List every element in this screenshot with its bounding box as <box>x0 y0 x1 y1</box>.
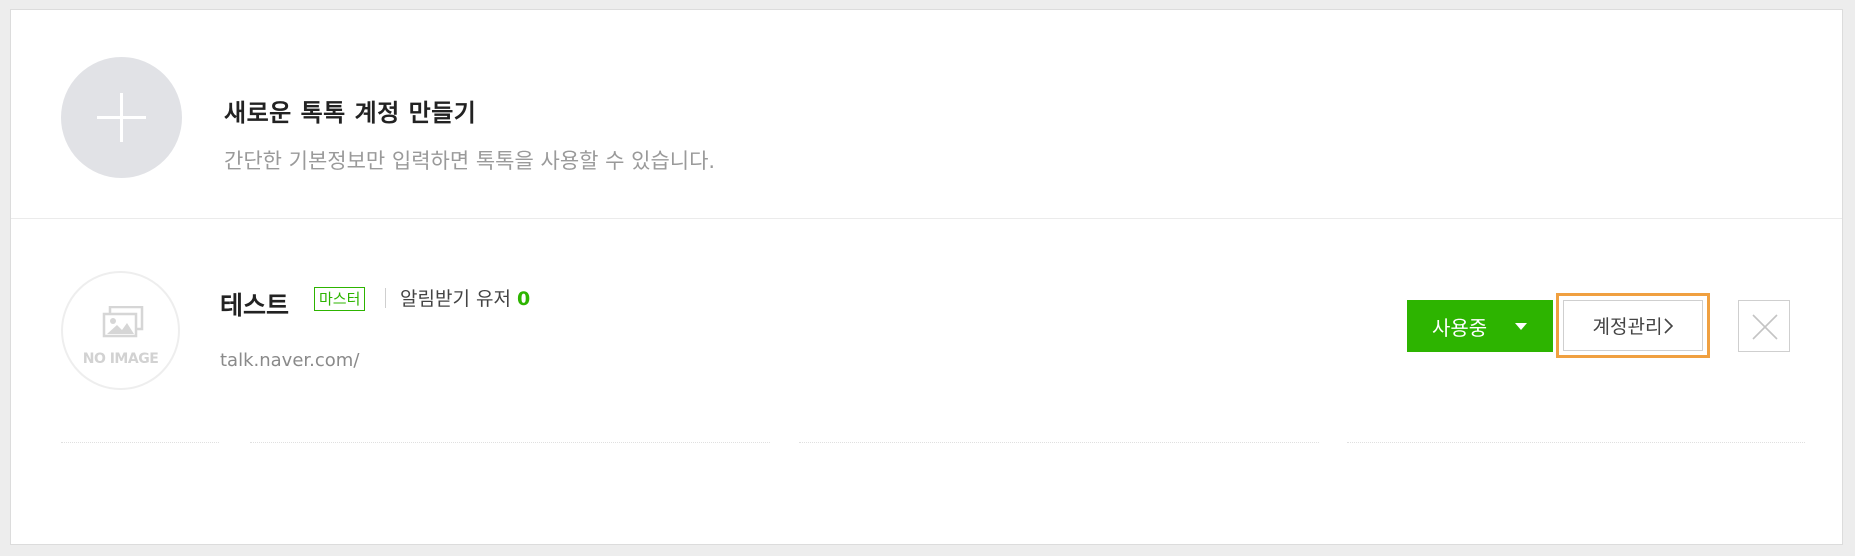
manage-account-button[interactable]: 계정관리 <box>1563 300 1703 351</box>
close-icon <box>1752 314 1778 340</box>
divider <box>385 288 386 308</box>
create-account-row[interactable]: 새로운 톡톡 계정 만들기 간단한 기본정보만 입력하면 톡톡을 사용할 수 있… <box>11 10 1842 219</box>
delete-account-button[interactable] <box>1738 300 1790 352</box>
role-badge: 마스터 <box>314 287 366 311</box>
dotted-divider <box>1347 442 1805 443</box>
manage-button-highlight: 계정관리 <box>1556 293 1710 358</box>
account-name[interactable]: 테스트 <box>220 286 289 322</box>
status-dropdown-button[interactable]: 사용중 <box>1407 300 1553 352</box>
notify-label: 알림받기 유저 <box>400 288 511 310</box>
account-url[interactable]: talk.naver.com/ <box>220 350 359 371</box>
chevron-right-icon <box>1664 317 1674 334</box>
notify-users: 알림받기 유저 0 <box>400 284 530 311</box>
dotted-divider <box>61 442 219 443</box>
manage-label: 계정관리 <box>1592 316 1663 338</box>
account-row: NO IMAGE 테스트 마스터 알림받기 유저 0 talk.naver.co… <box>11 219 1842 546</box>
account-list-panel: 새로운 톡톡 계정 만들기 간단한 기본정보만 입력하면 톡톡을 사용할 수 있… <box>10 9 1843 545</box>
create-account-title[interactable]: 새로운 톡톡 계정 만들기 <box>224 93 476 128</box>
status-label: 사용중 <box>1432 315 1488 340</box>
create-account-button[interactable] <box>61 57 182 178</box>
no-image-label: NO IMAGE <box>82 351 159 367</box>
dotted-divider <box>799 442 1319 443</box>
caret-down-icon <box>1515 323 1527 330</box>
notify-count: 0 <box>516 288 531 310</box>
image-placeholder-icon <box>102 306 144 338</box>
dotted-divider <box>250 442 770 443</box>
avatar: NO IMAGE <box>61 271 180 390</box>
create-account-description: 간단한 기본정보만 입력하면 톡톡을 사용할 수 있습니다. <box>224 149 716 173</box>
